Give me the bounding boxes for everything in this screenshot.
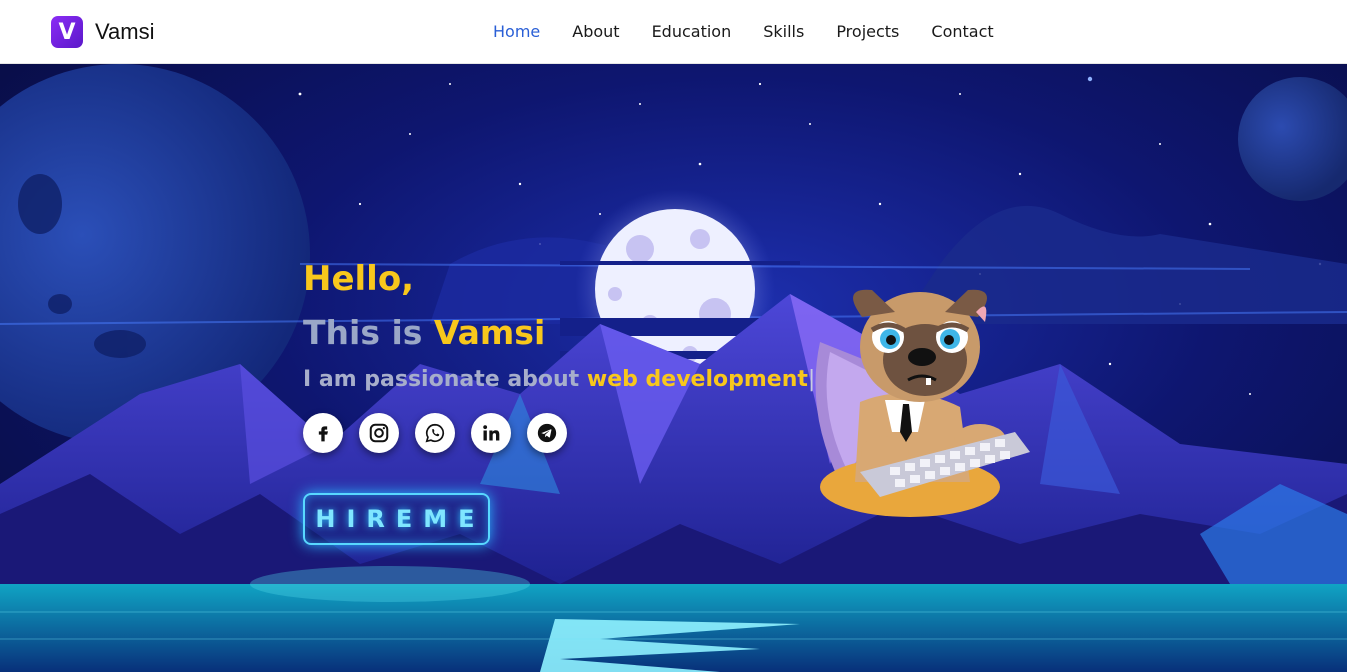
hero-section: Hello, This is Vamsi I am passionate abo… — [0, 64, 1347, 672]
nav-link-about[interactable]: About — [556, 20, 635, 43]
greeting-heading: Hello, — [303, 259, 415, 299]
social-links — [303, 413, 815, 453]
instagram-icon — [369, 423, 389, 443]
nav-link-contact[interactable]: Contact — [915, 20, 1009, 43]
hire-me-label: HIREME — [315, 505, 486, 533]
facebook-icon — [318, 426, 328, 442]
nav-link-skills[interactable]: Skills — [747, 20, 820, 43]
instagram-link[interactable] — [359, 413, 399, 453]
linkedin-link[interactable] — [471, 413, 511, 453]
brand-name: Vamsi — [95, 19, 155, 44]
linkedin-icon — [483, 425, 500, 441]
telegram-icon — [537, 423, 557, 443]
nav-link-education[interactable]: Education — [636, 20, 748, 43]
hero-text: Hello, This is Vamsi I am passionate abo… — [303, 259, 815, 545]
brand-link[interactable]: V Vamsi — [51, 16, 155, 48]
intro-name: Vamsi — [433, 313, 546, 352]
tagline-highlight: web development — [586, 367, 808, 392]
navbar: V Vamsi Home About Education Skills Proj… — [0, 0, 1347, 64]
facebook-link[interactable] — [303, 413, 343, 453]
nav-link-home[interactable]: Home — [477, 20, 556, 43]
typing-cursor: | — [807, 367, 816, 392]
tagline-prefix: I am passionate about — [303, 367, 580, 392]
tagline: I am passionate about web development| — [303, 365, 815, 395]
nav-links: Home About Education Skills Projects Con… — [477, 20, 1010, 43]
brand-logo: V — [51, 16, 83, 48]
intro-heading: This is Vamsi — [303, 313, 815, 353]
whatsapp-link[interactable] — [415, 413, 455, 453]
hire-me-button[interactable]: HIREME — [303, 493, 490, 545]
pug-at-keyboard-illustration — [815, 289, 1030, 517]
right-planet — [1238, 77, 1347, 201]
telegram-link[interactable] — [527, 413, 567, 453]
intro-prefix: This is — [303, 313, 423, 352]
nav-link-projects[interactable]: Projects — [820, 20, 915, 43]
whatsapp-icon — [425, 423, 445, 443]
